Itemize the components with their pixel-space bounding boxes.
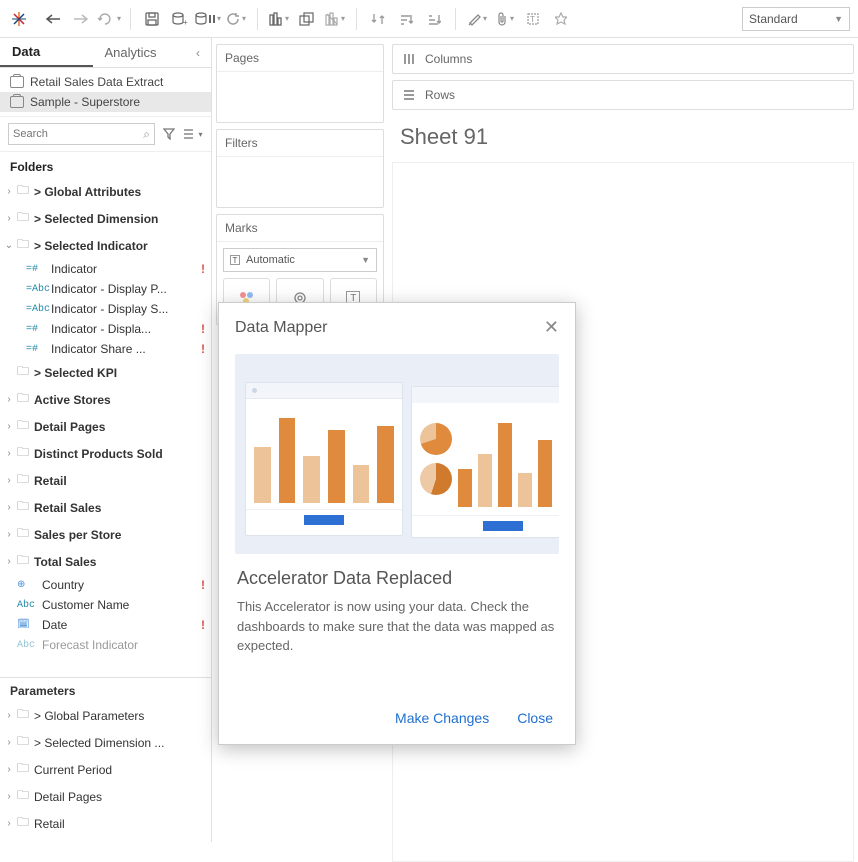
close-icon[interactable]: ✕ [544, 317, 559, 338]
refresh-button[interactable]: ▾ [223, 6, 249, 32]
dialog-body: This Accelerator is now using your data.… [219, 597, 575, 656]
svg-text:T: T [530, 15, 535, 24]
data-pane: Data Analytics ‹ Retail Sales Data Extra… [0, 38, 212, 842]
fit-select-label: Standard [749, 12, 798, 26]
folder-item[interactable]: ›🗀Total Sales [0, 548, 211, 575]
folder-item[interactable]: ›🗀Retail [0, 467, 211, 494]
param-folder[interactable]: ›🗀> Selected Dimension ... [0, 729, 211, 756]
datasource-icon [10, 76, 24, 88]
toolbar: ▾ + ▾ ▾ ▾ ▾ ▾ ▾ T Stan [0, 0, 858, 38]
show-labels-button[interactable]: T [520, 6, 546, 32]
filter-fields-button[interactable] [159, 124, 179, 144]
dialog-title: Data Mapper [235, 319, 328, 337]
collapse-pane-button[interactable]: ‹ [185, 38, 211, 67]
save-button[interactable] [139, 6, 165, 32]
new-data-source-button[interactable]: + [167, 6, 193, 32]
sort-asc-button[interactable] [393, 6, 419, 32]
field-item[interactable]: =#Indicator - Displa...! [0, 319, 211, 339]
param-folder[interactable]: ›🗀Retail Sales [0, 837, 211, 842]
folder-item[interactable]: 🗀> Selected KPI [0, 359, 211, 386]
field-item[interactable]: ⊕Country! [0, 575, 211, 595]
pause-updates-button[interactable]: ▾ [195, 6, 221, 32]
field-item[interactable]: =AbcIndicator - Display P... [0, 279, 211, 299]
mark-type-select[interactable]: TAutomatic ▼ [223, 248, 377, 272]
folder-item[interactable]: ›🗀Detail Pages [0, 413, 211, 440]
folder-item[interactable]: ›🗀> Global Attributes [0, 178, 211, 205]
columns-shelf[interactable]: Columns [392, 44, 854, 74]
rows-shelf[interactable]: Rows [392, 80, 854, 110]
svg-text:+: + [183, 18, 188, 26]
param-folder[interactable]: ›🗀> Global Parameters [0, 702, 211, 729]
folder-item[interactable]: ›🗀Retail Sales [0, 494, 211, 521]
make-changes-button[interactable]: Make Changes [395, 710, 489, 726]
view-options-button[interactable]: ▾ [183, 124, 203, 144]
columns-icon [401, 53, 417, 65]
highlight-button[interactable]: ▾ [464, 6, 490, 32]
back-button[interactable] [40, 6, 66, 32]
field-item[interactable]: =AbcIndicator - Display S... [0, 299, 211, 319]
folder-item[interactable]: ›🗀> Selected Dimension [0, 205, 211, 232]
undo-history-button[interactable]: ▾ [96, 6, 122, 32]
datasource-item[interactable]: Sample - Superstore [0, 92, 211, 112]
dialog-illustration [235, 354, 559, 554]
folder-item[interactable]: ›🗀Distinct Products Sold [0, 440, 211, 467]
close-button[interactable]: Close [517, 710, 553, 726]
pages-card[interactable]: Pages [216, 44, 384, 123]
folder-item[interactable]: ›🗀Sales per Store [0, 521, 211, 548]
folders-label: Folders [0, 152, 211, 178]
sheet-title[interactable]: Sheet 91 [388, 110, 858, 158]
search-input[interactable]: ⌕ [8, 123, 155, 145]
field-item[interactable]: =#Indicator Share ...! [0, 339, 211, 359]
filters-card[interactable]: Filters [216, 129, 384, 208]
folder-item[interactable]: ›🗀Active Stores [0, 386, 211, 413]
parameters-label: Parameters [0, 677, 211, 702]
field-item[interactable]: AbcForecast Indicator [0, 635, 211, 655]
rows-icon [401, 89, 417, 101]
forward-button[interactable] [68, 6, 94, 32]
datasource-icon [10, 96, 24, 108]
param-folder[interactable]: ›🗀Current Period [0, 756, 211, 783]
attach-button[interactable]: ▾ [492, 6, 518, 32]
tab-analytics[interactable]: Analytics [93, 38, 186, 67]
field-item[interactable]: AbcCustomer Name [0, 595, 211, 615]
field-item[interactable]: 🗓Date! [0, 615, 211, 635]
tableau-logo [8, 8, 30, 30]
dialog-heading: Accelerator Data Replaced [219, 568, 575, 597]
tab-data[interactable]: Data [0, 38, 93, 67]
clear-sheet-button[interactable]: ▾ [322, 6, 348, 32]
folder-item[interactable]: ⌄🗀> Selected Indicator [0, 232, 211, 259]
pin-button[interactable] [548, 6, 574, 32]
fit-select[interactable]: Standard ▼ [742, 7, 850, 31]
field-item[interactable]: =#Indicator! [0, 259, 211, 279]
param-folder[interactable]: ›🗀Detail Pages [0, 783, 211, 810]
swap-button[interactable] [365, 6, 391, 32]
datasource-item[interactable]: Retail Sales Data Extract [0, 72, 211, 92]
data-mapper-dialog: Data Mapper ✕ Acce [218, 302, 576, 745]
sort-desc-button[interactable] [421, 6, 447, 32]
new-worksheet-button[interactable]: ▾ [266, 6, 292, 32]
fields-tree: ›🗀> Global Attributes ›🗀> Selected Dimen… [0, 178, 211, 677]
duplicate-sheet-button[interactable] [294, 6, 320, 32]
param-folder[interactable]: ›🗀Retail [0, 810, 211, 837]
